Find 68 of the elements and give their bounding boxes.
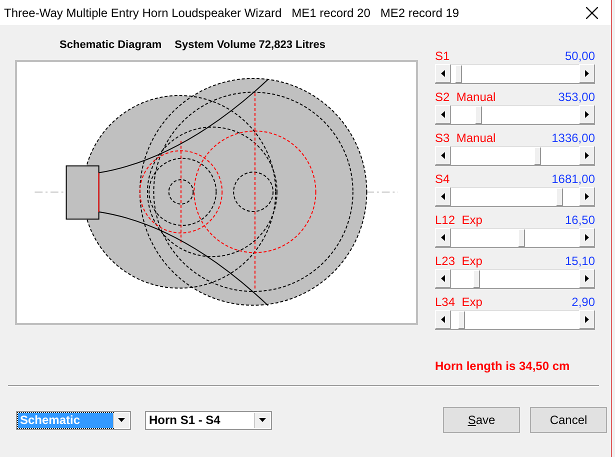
save-button[interactable]: Save bbox=[443, 407, 520, 433]
slider-thumb[interactable] bbox=[475, 106, 482, 124]
left-arrow-icon bbox=[441, 316, 445, 323]
right-arrow-icon bbox=[585, 111, 589, 118]
left-arrow-icon bbox=[441, 70, 445, 77]
slider[interactable] bbox=[435, 64, 595, 84]
slider[interactable] bbox=[435, 228, 595, 248]
dropdown-arrow-icon bbox=[259, 418, 266, 422]
slider-label: L12 Exp bbox=[435, 213, 482, 227]
scroll-left-button[interactable] bbox=[435, 269, 451, 288]
scroll-right-button[interactable] bbox=[579, 310, 595, 329]
dropdown-value: Horn S1 - S4 bbox=[148, 412, 222, 428]
scroll-right-button[interactable] bbox=[579, 105, 595, 124]
scroll-right-button[interactable] bbox=[579, 146, 595, 165]
left-arrow-icon bbox=[441, 111, 445, 118]
dropdown[interactable]: Horn S1 - S4 bbox=[145, 410, 272, 430]
slider[interactable] bbox=[435, 187, 595, 207]
right-arrow-icon bbox=[585, 193, 589, 200]
slider-value: 50,00 bbox=[564, 49, 595, 63]
scroll-right-button[interactable] bbox=[579, 187, 595, 206]
right-arrow-icon bbox=[585, 152, 589, 159]
slider-label: L23 Exp bbox=[435, 254, 482, 268]
scroll-left-button[interactable] bbox=[435, 187, 451, 206]
horn-length-text: Horn length is 34,50 cm bbox=[435, 359, 571, 373]
left-arrow-icon bbox=[441, 193, 445, 200]
slider-value: 353,00 bbox=[558, 90, 595, 104]
scroll-left-button[interactable] bbox=[435, 228, 451, 247]
slider[interactable] bbox=[435, 269, 595, 289]
slider-label: S2 Manual bbox=[435, 90, 496, 104]
slider-label: S3 Manual bbox=[435, 131, 496, 145]
slider[interactable] bbox=[435, 310, 595, 330]
slider-thumb[interactable] bbox=[518, 229, 525, 247]
slider-thumb[interactable] bbox=[458, 311, 466, 329]
slider-thumb[interactable] bbox=[472, 270, 480, 288]
slider[interactable] bbox=[435, 105, 595, 125]
cancel-button[interactable]: Cancel bbox=[530, 407, 607, 433]
close-icon bbox=[586, 6, 598, 18]
scroll-right-button[interactable] bbox=[579, 64, 595, 83]
slider[interactable] bbox=[435, 146, 595, 166]
system-volume: System Volume 72,823 Litres bbox=[174, 39, 326, 51]
slider-value: 15,10 bbox=[564, 254, 595, 268]
left-arrow-icon bbox=[441, 152, 445, 159]
dropdown-value: Schematic bbox=[18, 412, 113, 428]
scroll-left-button[interactable] bbox=[435, 146, 451, 165]
slider-label: S4 bbox=[435, 172, 450, 186]
scroll-left-button[interactable] bbox=[435, 105, 451, 124]
window-title: Three-Way Multiple Entry Horn Loudspeaker Wizard ME1 record 20 ME2 record 19 bbox=[4, 6, 460, 20]
scroll-right-button[interactable] bbox=[579, 228, 595, 247]
dropdown-arrow-icon bbox=[118, 418, 125, 422]
right-arrow-icon bbox=[585, 234, 589, 241]
scroll-left-button[interactable] bbox=[435, 64, 451, 83]
slider-label: S1 bbox=[435, 49, 450, 63]
slider-value: 2,90 bbox=[572, 295, 595, 309]
slider-thumb[interactable] bbox=[556, 188, 564, 206]
slider-thumb[interactable] bbox=[534, 147, 542, 165]
right-arrow-icon bbox=[585, 275, 589, 282]
slider-label: L34 Exp bbox=[435, 295, 482, 309]
slider-value: 16,50 bbox=[564, 213, 595, 227]
left-arrow-icon bbox=[441, 234, 445, 241]
diagram-title: Schematic Diagram bbox=[60, 39, 162, 51]
right-arrow-icon bbox=[585, 316, 589, 323]
scroll-right-button[interactable] bbox=[579, 269, 595, 288]
slider-value: 1336,00 bbox=[552, 131, 595, 145]
left-arrow-icon bbox=[441, 275, 445, 282]
right-arrow-icon bbox=[585, 70, 589, 77]
slider-value: 1681,00 bbox=[552, 172, 595, 186]
slider-thumb[interactable] bbox=[454, 65, 462, 83]
scroll-left-button[interactable] bbox=[435, 310, 451, 329]
